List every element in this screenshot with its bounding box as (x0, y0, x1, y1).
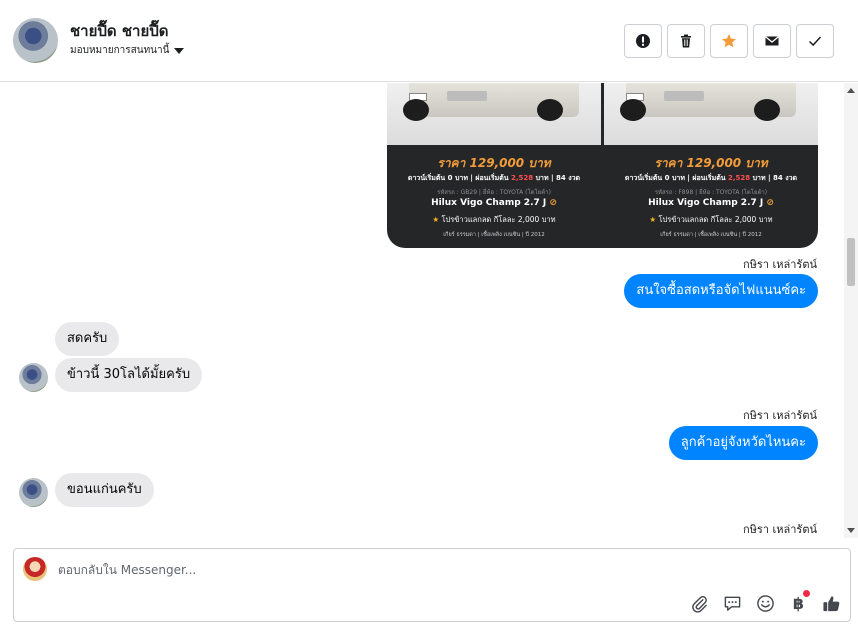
agent-name: กษิรา เหล่ารัตน์ (743, 409, 817, 422)
car-model-name: Hilux Vigo Champ 2.7 J (431, 198, 547, 208)
delete-button[interactable] (667, 24, 705, 58)
incoming-message[interactable]: สดครับ (55, 322, 120, 356)
car-specs: เกียร์ ธรรมดา | เชื้อเพลิง เบนซิน | ปี 2… (660, 232, 762, 238)
car-meta: รหัสรถ : F898 | ยี่ห้อ : TOYOTA (โตโยต้า… (654, 189, 768, 196)
car-grille-shape (664, 91, 704, 101)
assign-label: มอบหมายการสนทนานี้ (70, 45, 170, 56)
agent-name: กษิรา เหล่ารัตน์ (743, 523, 817, 536)
car-grille-shape (447, 91, 487, 101)
car-price: ราคา 129,000 บาท (437, 156, 551, 170)
car-model-name: Hilux Vigo Champ 2.7 J (648, 198, 764, 208)
saved-reply-icon (724, 596, 741, 611)
conversation-header: ชายปื๊ด ชายปื๊ด มอบหมายการสนทนานี้ (0, 0, 858, 82)
promo-star-icon: ★ (649, 215, 657, 224)
contact-message-avatar[interactable] (19, 363, 48, 392)
terms-prefix: ดาวน์เริ่มต้น 0 บาท | ผ่อนเริ่มต้น (407, 174, 511, 182)
contact-name[interactable]: ชายปื๊ด ชายปื๊ด (70, 19, 169, 43)
attach-button[interactable] (689, 593, 710, 614)
check-icon (808, 36, 822, 47)
envelope-icon (765, 36, 779, 46)
trash-icon (681, 34, 691, 48)
page-avatar (23, 557, 47, 581)
scroll-down-arrow-icon[interactable] (847, 528, 855, 533)
reply-input[interactable] (58, 563, 658, 577)
emoji-button[interactable] (755, 593, 776, 614)
car-meta: รหัสรถ : GB29 | ยี่ห้อ : TOYOTA (โตโยต้า… (437, 189, 551, 196)
contact-avatar[interactable] (13, 18, 58, 63)
thread-scrollbar[interactable] (844, 83, 858, 538)
verified-icon: ⊘ (549, 198, 557, 208)
car-model: Hilux Vigo Champ 2.7 J ⊘ (604, 198, 818, 208)
terms-prefix: ดาวน์เริ่มต้น 0 บาท | ผ่อนเริ่มต้น (624, 174, 728, 182)
baht-payment-icon: ฿ (792, 594, 805, 613)
car-wheel-shape (537, 99, 563, 121)
car-wheel-shape (403, 99, 429, 121)
outgoing-message[interactable]: สนใจซื้อสดหรือจัดไฟแนนซ์คะ (624, 274, 818, 308)
saved-replies-button[interactable] (722, 593, 743, 614)
car-promo: ★ โปรข้าวแลกลด กีโลละ 2,000 บาท (387, 214, 601, 226)
monthly-payment: 2,528 (511, 174, 534, 182)
conversation-actions (624, 24, 834, 58)
composer-tools: ฿ (689, 590, 842, 614)
car-specs: เกียร์ ธรรมดา | เชื้อเพลิง เบนซิน | ปี 2… (443, 232, 545, 238)
scroll-thumb[interactable] (847, 238, 855, 286)
car-card[interactable]: ราคา 129,000 บาท ดาวน์เริ่มต้น 0 บาท | ผ… (604, 83, 818, 248)
terms-suffix: บาท | 84 งวด (750, 174, 798, 182)
mark-spam-button[interactable] (624, 24, 662, 58)
car-finance-terms: ดาวน์เริ่มต้น 0 บาท | ผ่อนเริ่มต้น 2,528… (604, 173, 818, 184)
caret-down-icon (174, 47, 185, 54)
car-promo: ★ โปรข้าวแลกลด กีโลละ 2,000 บาท (604, 214, 818, 226)
paperclip-icon (692, 596, 707, 613)
notification-dot (803, 590, 810, 597)
message-thread[interactable]: ราคา 129,000 บาท ดาวน์เริ่มต้น 0 บาท | ผ… (0, 83, 858, 538)
car-promo-text: โปรข้าวแลกลด กีโลละ 2,000 บาท (441, 215, 556, 224)
incoming-message[interactable]: ขอนแก่นครับ (55, 473, 154, 507)
payment-button[interactable]: ฿ (788, 590, 810, 614)
car-model: Hilux Vigo Champ 2.7 J ⊘ (387, 198, 601, 208)
car-photo (604, 83, 818, 145)
thumbs-up-icon (823, 596, 840, 612)
agent-name: กษิรา เหล่ารัตน์ (743, 258, 817, 271)
car-wheel-shape (754, 99, 780, 121)
incoming-message[interactable]: ข้าวนี้ 30โลได้มั้ยครับ (55, 358, 203, 392)
star-icon (722, 34, 736, 48)
car-card[interactable]: ราคา 129,000 บาท ดาวน์เริ่มต้น 0 บาท | ผ… (387, 83, 601, 248)
outgoing-message[interactable]: ลูกค้าอยู่จังหวัดไหนคะ (668, 426, 818, 460)
emoji-icon (757, 595, 774, 612)
monthly-payment: 2,528 (728, 174, 751, 182)
terms-suffix: บาท | 84 งวด (533, 174, 581, 182)
contact-message-avatar[interactable] (19, 478, 48, 507)
reply-composer: ฿ (13, 548, 851, 622)
star-button[interactable] (710, 24, 748, 58)
mark-unread-button[interactable] (753, 24, 791, 58)
mark-done-button[interactable] (796, 24, 834, 58)
car-finance-terms: ดาวน์เริ่มต้น 0 บาท | ผ่อนเริ่มต้น 2,528… (387, 173, 601, 184)
promo-star-icon: ★ (432, 215, 440, 224)
send-like-button[interactable] (821, 593, 842, 614)
car-photo (387, 83, 601, 145)
car-price: ราคา 129,000 บาท (654, 156, 768, 170)
alert-icon (636, 34, 650, 48)
car-promo-text: โปรข้าวแลกลด กีโลละ 2,000 บาท (658, 215, 773, 224)
car-wheel-shape (620, 99, 646, 121)
assign-conversation-dropdown[interactable]: มอบหมายการสนทนานี้ (70, 43, 185, 58)
scroll-up-arrow-icon[interactable] (847, 88, 855, 93)
verified-icon: ⊘ (766, 198, 774, 208)
car-listing-cards[interactable]: ราคา 129,000 บาท ดาวน์เริ่มต้น 0 บาท | ผ… (387, 83, 818, 248)
